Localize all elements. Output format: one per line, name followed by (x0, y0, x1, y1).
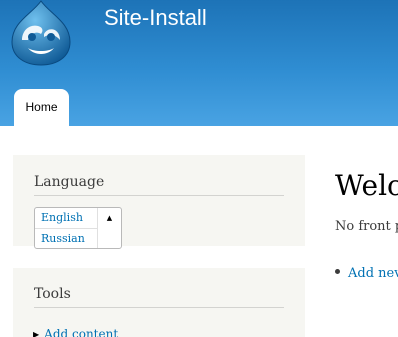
language-option-english[interactable]: English (35, 208, 97, 228)
front-page-message: No front p (335, 219, 398, 234)
language-block: Language English Russian ▲ (13, 155, 305, 249)
triangle-up-icon[interactable]: ▲ (98, 208, 121, 228)
bullet-icon (335, 269, 340, 274)
add-new-link[interactable]: Add nev (348, 266, 398, 281)
language-switcher[interactable]: English Russian ▲ (34, 207, 122, 249)
language-option-russian[interactable]: Russian (35, 228, 97, 248)
list-item: Add nev (335, 262, 398, 281)
page-title: Welc (335, 169, 398, 202)
tools-block-title: Tools (34, 286, 71, 302)
site-name[interactable]: Site-Install (104, 5, 207, 31)
tools-item-add-content: ▶ Add content (33, 323, 118, 337)
language-block-divider (34, 195, 284, 196)
tools-block-divider (34, 307, 284, 308)
add-content-link[interactable]: Add content (44, 327, 118, 337)
triangle-right-icon: ▶ (33, 330, 40, 337)
drupal-logo-icon[interactable] (8, 0, 74, 66)
tools-block: Tools ▶ Add content (13, 268, 305, 337)
site-header: Site-Install Home (0, 0, 398, 126)
language-block-title: Language (34, 174, 105, 190)
tab-home[interactable]: Home (14, 89, 69, 126)
